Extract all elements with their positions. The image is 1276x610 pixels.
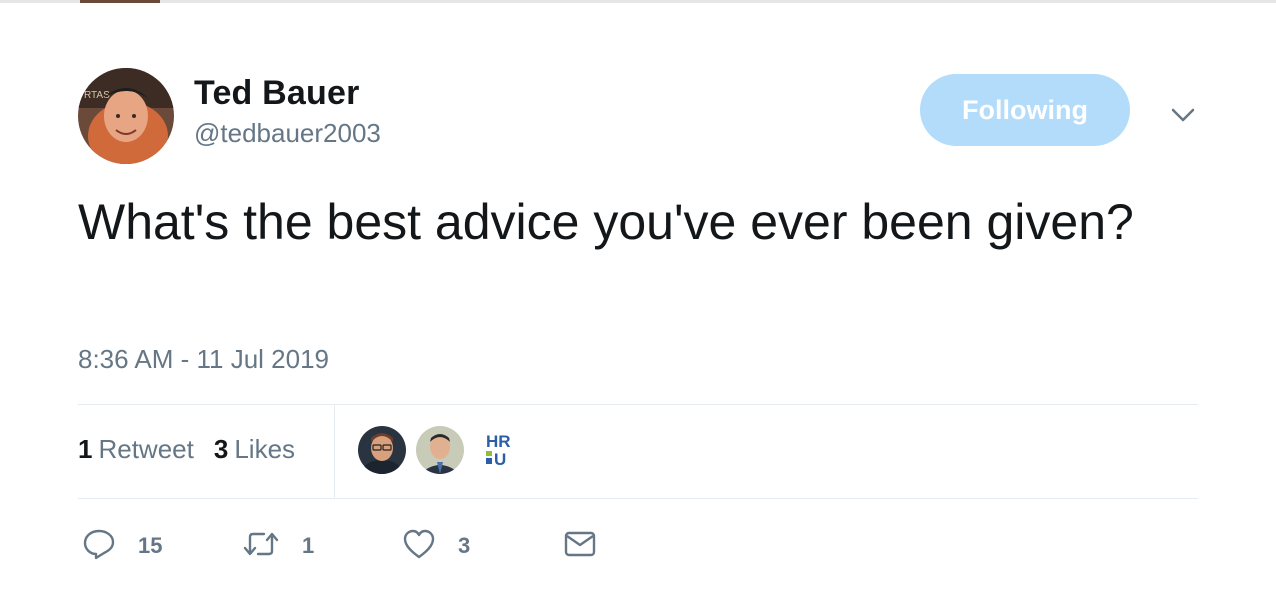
divider	[78, 404, 1198, 405]
svg-text:HR: HR	[486, 432, 511, 451]
heart-icon	[402, 528, 436, 565]
retweet-stat-label: Retweet	[98, 434, 194, 464]
author-display-name[interactable]: Ted Bauer	[194, 74, 360, 113]
chevron-down-icon[interactable]	[1166, 100, 1200, 130]
like-count: 3	[458, 533, 471, 558]
divider-vertical	[334, 405, 335, 498]
like-stat-label: Likes	[234, 434, 296, 464]
divider	[78, 498, 1198, 499]
like-stat[interactable]: 3 Likes	[214, 434, 295, 465]
author-handle[interactable]: @tedbauer2003	[194, 118, 381, 149]
reply-icon	[82, 527, 116, 566]
liker-avatars: HR U	[358, 426, 522, 474]
liker-avatar-man-suit[interactable]	[416, 426, 464, 474]
window-top-edge	[0, 0, 1276, 3]
following-button[interactable]: Following	[920, 74, 1130, 146]
liker-hrnu-logo[interactable]: HR U	[474, 426, 522, 474]
reply-count: 15	[138, 533, 163, 558]
like-stat-count: 3	[213, 434, 229, 464]
retweet-count: 1	[302, 533, 315, 558]
window-top-edge-accent	[80, 0, 160, 3]
retweet-stat[interactable]: 1 Retweet	[78, 434, 194, 465]
retweet-stat-count: 1	[78, 434, 93, 464]
tweet-timestamp[interactable]: 8:36 AM - 11 Jul 2019	[78, 344, 329, 375]
liker-avatar-man-glasses[interactable]	[358, 426, 406, 474]
retweet-icon	[242, 529, 280, 564]
tweet-stats: 1 Retweet 3 Likes	[78, 434, 295, 465]
tweet-text: What's the best advice you've ever been …	[78, 194, 1134, 250]
tweet-actions: 15 1 3	[82, 526, 682, 566]
svg-text:U: U	[494, 450, 506, 469]
author-avatar[interactable]: RTAS	[78, 68, 174, 164]
like-button[interactable]: 3	[402, 526, 470, 566]
retweet-button[interactable]: 1	[242, 526, 314, 566]
reply-button[interactable]: 15	[82, 526, 162, 566]
envelope-icon	[564, 530, 596, 563]
direct-message-button[interactable]	[564, 526, 596, 566]
svg-text:RTAS: RTAS	[84, 90, 110, 101]
